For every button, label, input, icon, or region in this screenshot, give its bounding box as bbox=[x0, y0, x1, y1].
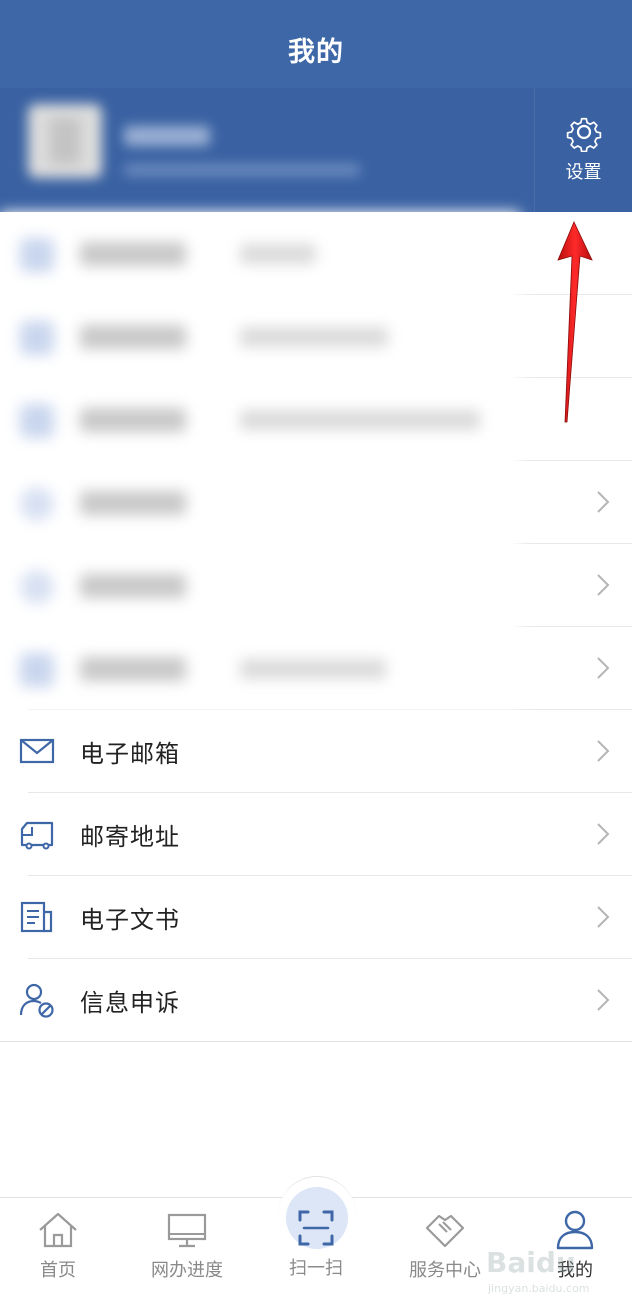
tab-label: 扫一扫 bbox=[289, 1258, 343, 1279]
tab-label: 首页 bbox=[40, 1260, 76, 1281]
redacted-user-name bbox=[124, 126, 210, 146]
home-icon bbox=[39, 1212, 77, 1248]
menu-item-e-documents[interactable]: 电子文书 bbox=[0, 876, 632, 959]
chevron-right-icon bbox=[597, 657, 610, 679]
delivery-truck-icon bbox=[20, 821, 54, 850]
envelope-icon bbox=[19, 738, 55, 764]
gear-icon bbox=[566, 117, 601, 152]
tab-scan[interactable]: 扫一扫 bbox=[261, 1208, 371, 1288]
scan-icon bbox=[298, 1210, 334, 1246]
watermark-text: Baidu bbox=[486, 1246, 576, 1279]
document-icon bbox=[20, 901, 53, 933]
chevron-right-icon bbox=[597, 906, 610, 928]
avatar[interactable] bbox=[28, 104, 102, 178]
settings-label: 设置 bbox=[565, 162, 602, 183]
page-title: 我的 bbox=[288, 37, 344, 68]
watermark: Baidu jingyan.baidu.com bbox=[486, 1240, 626, 1300]
header-bar: 我的 设置 bbox=[0, 0, 632, 212]
tab-label: 网办进度 bbox=[151, 1260, 223, 1281]
tab-progress[interactable]: 网办进度 bbox=[132, 1208, 242, 1288]
tab-service-center[interactable]: 服务中心 bbox=[390, 1208, 500, 1288]
monitor-icon bbox=[167, 1213, 207, 1248]
tab-home[interactable]: 首页 bbox=[3, 1208, 113, 1288]
user-appeal-icon bbox=[19, 983, 54, 1018]
chevron-right-icon bbox=[597, 989, 610, 1011]
redacted-user-info bbox=[124, 164, 360, 176]
tab-label: 服务中心 bbox=[409, 1260, 481, 1281]
menu-item-email[interactable]: 电子邮箱 bbox=[0, 710, 632, 793]
menu-item-label: 信息申诉 bbox=[80, 989, 180, 1017]
settings-button[interactable]: 设置 bbox=[534, 88, 632, 212]
menu-item-label: 电子文书 bbox=[80, 906, 180, 934]
redacted-info-region bbox=[0, 212, 520, 710]
menu-item-label: 电子邮箱 bbox=[80, 740, 180, 768]
profile-blurred-region bbox=[0, 88, 520, 212]
menu-item-label: 邮寄地址 bbox=[80, 823, 180, 851]
menu-item-mailing-address[interactable]: 邮寄地址 bbox=[0, 793, 632, 876]
divider bbox=[0, 1041, 632, 1042]
chevron-right-icon bbox=[597, 491, 610, 513]
chevron-right-icon bbox=[597, 574, 610, 596]
chevron-right-icon bbox=[597, 823, 610, 845]
chevron-right-icon bbox=[597, 740, 610, 762]
watermark-subtext: jingyan.baidu.com bbox=[488, 1282, 590, 1295]
menu-item-info-appeal[interactable]: 信息申诉 bbox=[0, 959, 632, 1042]
annotation-arrow bbox=[557, 221, 593, 423]
handshake-icon bbox=[425, 1214, 465, 1248]
